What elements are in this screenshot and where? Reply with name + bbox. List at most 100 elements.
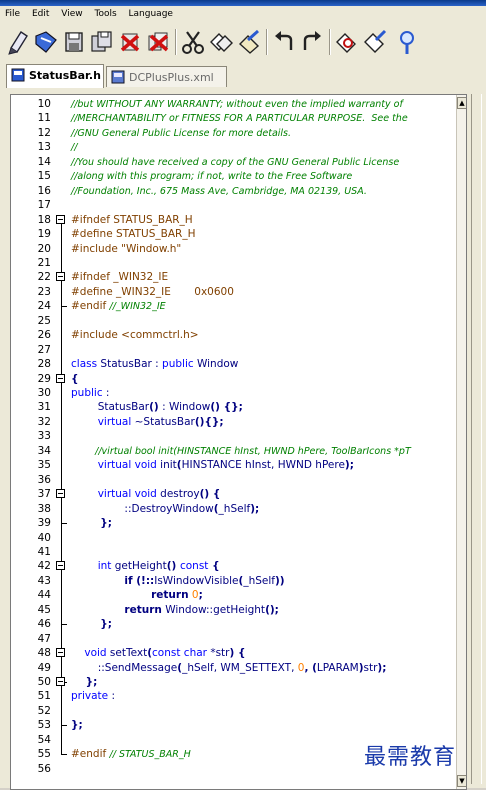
line-number: 21 bbox=[37, 256, 51, 269]
code-token: { bbox=[208, 560, 220, 573]
code-line: //You should have received a copy of the… bbox=[71, 155, 399, 169]
line-number: 35 bbox=[37, 459, 51, 472]
code-line: #include "Window.h" bbox=[71, 242, 181, 256]
code-line: return Window::getHeight(); bbox=[71, 603, 279, 617]
scroll-up-button[interactable]: ▲ bbox=[457, 97, 466, 109]
paste-icon[interactable] bbox=[236, 28, 262, 56]
code-line: void setText(const char *str) { bbox=[71, 646, 245, 660]
code-token: _hSelf bbox=[243, 574, 275, 587]
code-token: void bbox=[84, 647, 107, 660]
code-token: class bbox=[71, 358, 98, 371]
code-token: ::DestroyWindow bbox=[71, 502, 214, 515]
fold-toggle[interactable] bbox=[56, 214, 65, 224]
code-area[interactable]: //but WITHOUT ANY WARRANTY; without even… bbox=[71, 95, 451, 789]
code-line: #define STATUS_BAR_H bbox=[71, 227, 195, 241]
code-token: //_WIN32_IE bbox=[109, 301, 166, 313]
line-number: 31 bbox=[37, 401, 51, 414]
code-token: int bbox=[97, 560, 112, 573]
fold-toggle[interactable] bbox=[56, 373, 65, 383]
open-file-icon[interactable] bbox=[33, 28, 59, 56]
code-token: #include <commctrl.h> bbox=[71, 329, 199, 342]
code-token: private bbox=[71, 690, 109, 703]
code-token: (); bbox=[265, 603, 279, 616]
code-token: IsWindowVisible bbox=[154, 574, 239, 587]
code-token: ~StatusBar bbox=[131, 415, 195, 428]
copy-icon[interactable] bbox=[208, 28, 234, 56]
fold-toggle[interactable] bbox=[56, 489, 65, 499]
close-icon[interactable] bbox=[117, 28, 143, 56]
menu-file[interactable]: File bbox=[0, 6, 24, 19]
code-line: { bbox=[71, 372, 78, 386]
find-icon[interactable] bbox=[334, 28, 360, 56]
undo-icon[interactable] bbox=[271, 28, 297, 56]
line-number: 42 bbox=[37, 560, 51, 573]
code-line: #include <commctrl.h> bbox=[71, 328, 199, 342]
code-token: // bbox=[71, 142, 78, 154]
code-line: virtual void init(HINSTANCE hInst, HWND … bbox=[71, 458, 354, 472]
line-number: 12 bbox=[37, 126, 51, 139]
code-token: ); bbox=[344, 459, 354, 472]
line-number: 33 bbox=[37, 430, 51, 443]
code-token: ; bbox=[198, 589, 203, 602]
tab-statusbar-h[interactable]: StatusBar.h bbox=[6, 64, 104, 88]
code-line: int getHeight() const { bbox=[71, 559, 220, 573]
tab-dcplusplus-xml[interactable]: DCPlusPlus.xml bbox=[106, 66, 227, 87]
line-number: 43 bbox=[37, 574, 51, 587]
line-number: 18 bbox=[37, 213, 51, 226]
replace-icon[interactable] bbox=[362, 28, 388, 56]
code-token: #endif bbox=[71, 300, 110, 313]
code-line: ::SendMessage(_hSelf, WM_SETTEXT, 0, (LP… bbox=[71, 661, 387, 675]
line-number: 24 bbox=[37, 300, 51, 313]
line-number: 50 bbox=[37, 676, 51, 688]
fold-end-marker bbox=[61, 523, 67, 525]
line-number: 30 bbox=[37, 387, 51, 399]
code-editor[interactable]: 10 11 12 13 14 15 16 17 18 19 20 21 22 23 24 25 26 27 28 29… bbox=[10, 94, 467, 790]
code-token: , ( bbox=[304, 661, 317, 674]
code-token: virtual void bbox=[97, 488, 157, 501]
vertical-scrollbar[interactable]: ▲ ▼ bbox=[456, 95, 466, 789]
save-icon[interactable] bbox=[61, 28, 87, 56]
fold-toggle[interactable] bbox=[56, 272, 65, 282]
code-token: public bbox=[71, 387, 103, 399]
close-all-icon[interactable] bbox=[145, 28, 171, 56]
code-token: { bbox=[71, 372, 79, 385]
fold-line bbox=[61, 566, 62, 625]
scroll-down-button[interactable]: ▼ bbox=[457, 775, 466, 787]
line-number: 32 bbox=[37, 415, 51, 428]
line-number: 14 bbox=[37, 155, 51, 168]
menu-language[interactable]: Language bbox=[124, 6, 177, 19]
new-file-icon[interactable] bbox=[5, 28, 31, 56]
zoom-icon[interactable] bbox=[394, 28, 414, 56]
line-number: 47 bbox=[37, 632, 51, 645]
toolbar bbox=[0, 23, 486, 64]
menu-tools[interactable]: Tools bbox=[89, 6, 120, 19]
code-token: : bbox=[108, 690, 116, 703]
code-token: )) bbox=[274, 574, 285, 587]
code-token: destroy bbox=[156, 488, 200, 501]
cut-icon[interactable] bbox=[180, 28, 206, 56]
code-token: (){}; bbox=[194, 415, 224, 428]
code-token: //MERCHANTABILITY or FITNESS FOR A PARTI… bbox=[71, 113, 408, 125]
line-number: 29 bbox=[37, 372, 51, 385]
code-token: }; bbox=[71, 618, 112, 631]
menu-view[interactable]: View bbox=[56, 6, 86, 19]
fold-toggle[interactable] bbox=[56, 677, 65, 686]
toolbar-separator bbox=[329, 29, 331, 55]
code-line: // bbox=[71, 140, 77, 154]
fold-toggle[interactable] bbox=[56, 648, 65, 658]
fold-toggle[interactable] bbox=[56, 561, 65, 571]
fold-end-marker bbox=[61, 725, 67, 727]
code-token: HINSTANCE hInst, HWND hPere bbox=[181, 459, 345, 472]
line-number: 37 bbox=[37, 488, 51, 501]
panel-splitter[interactable] bbox=[471, 94, 482, 784]
redo-icon[interactable] bbox=[299, 28, 325, 56]
line-number: 53 bbox=[37, 719, 51, 732]
save-all-icon[interactable] bbox=[89, 28, 115, 56]
code-line: #ifndef STATUS_BAR_H bbox=[71, 213, 193, 227]
code-token: str bbox=[363, 661, 378, 674]
menu-edit[interactable]: Edit bbox=[27, 6, 53, 19]
